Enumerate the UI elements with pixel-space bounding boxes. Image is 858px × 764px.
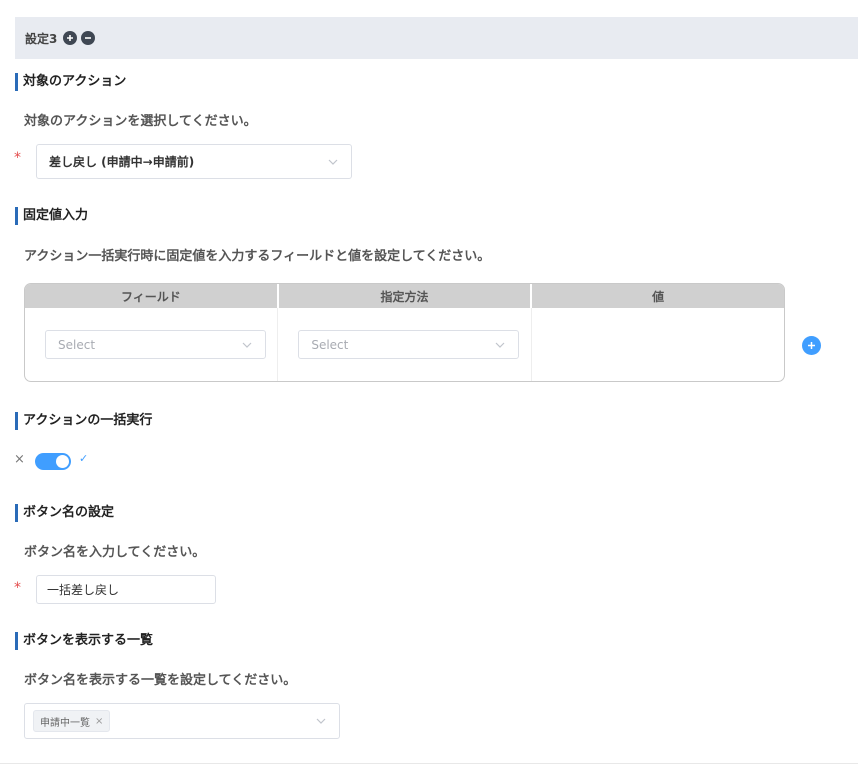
button-list-description: ボタン名を表示する一覧を設定してください。 <box>24 673 297 688</box>
column-header-value: 値 <box>652 289 665 304</box>
column-header-method: 指定方法 <box>279 284 533 308</box>
settings-header: 設定3 <box>15 17 858 59</box>
field-select[interactable]: Select <box>45 330 266 359</box>
fixed-value-title: 固定値入力 <box>15 207 88 225</box>
button-name-value: 一括差し戻し <box>47 583 120 597</box>
tag-close-icon[interactable]: × <box>95 716 103 727</box>
button-name-description: ボタン名を入力してください。 <box>24 545 206 560</box>
target-action-select[interactable]: 差し戻し (申請中→申請前) <box>36 144 352 179</box>
required-mark: * <box>14 580 21 596</box>
chevron-down-icon <box>494 339 506 351</box>
button-list-select[interactable]: 申請中一覧 × <box>24 703 340 739</box>
method-select[interactable]: Select <box>298 330 520 359</box>
table-row: Select Select <box>25 308 784 381</box>
method-cell: Select <box>278 308 532 381</box>
chevron-down-icon <box>315 715 327 727</box>
target-action-title: 対象のアクション <box>15 73 126 91</box>
field-select-placeholder: Select <box>58 337 96 352</box>
field-cell: Select <box>25 308 279 381</box>
bulk-execute-title: アクションの一括実行 <box>15 412 152 430</box>
chevron-down-icon <box>241 339 253 351</box>
button-name-title: ボタン名の設定 <box>15 504 114 522</box>
fixed-value-description: アクション一括実行時に固定値を入力するフィールドと値を設定してください。 <box>24 249 491 264</box>
plus-circle-icon[interactable] <box>63 31 78 45</box>
tag-label: 申請中一覧 <box>40 717 90 729</box>
target-action-description: 対象のアクションを選択してください。 <box>24 114 257 129</box>
value-cell[interactable] <box>532 308 784 381</box>
add-row-button[interactable] <box>802 336 821 355</box>
minus-circle-icon[interactable] <box>81 31 96 45</box>
settings-title: 設定3 <box>25 31 58 46</box>
target-action-selected: 差し戻し (申請中→申請前) <box>49 155 195 169</box>
fixed-value-table: フィールド 指定方法 値 Select Select <box>24 283 785 382</box>
toggle-on-mark: ✓ <box>79 452 89 465</box>
plus-icon <box>808 342 815 349</box>
required-mark: * <box>14 150 21 166</box>
toggle-off-mark: × <box>14 452 25 467</box>
button-list-title: ボタンを表示する一覧 <box>15 632 153 650</box>
table-header: フィールド 指定方法 値 <box>25 284 784 308</box>
column-header-field: フィールド <box>25 284 279 308</box>
selected-tag: 申請中一覧 × <box>33 710 111 732</box>
method-select-placeholder: Select <box>311 337 349 352</box>
button-name-input[interactable]: 一括差し戻し <box>36 575 216 604</box>
toggle-knob <box>56 455 69 468</box>
chevron-down-icon <box>327 156 339 168</box>
bulk-execute-toggle[interactable] <box>35 453 71 470</box>
